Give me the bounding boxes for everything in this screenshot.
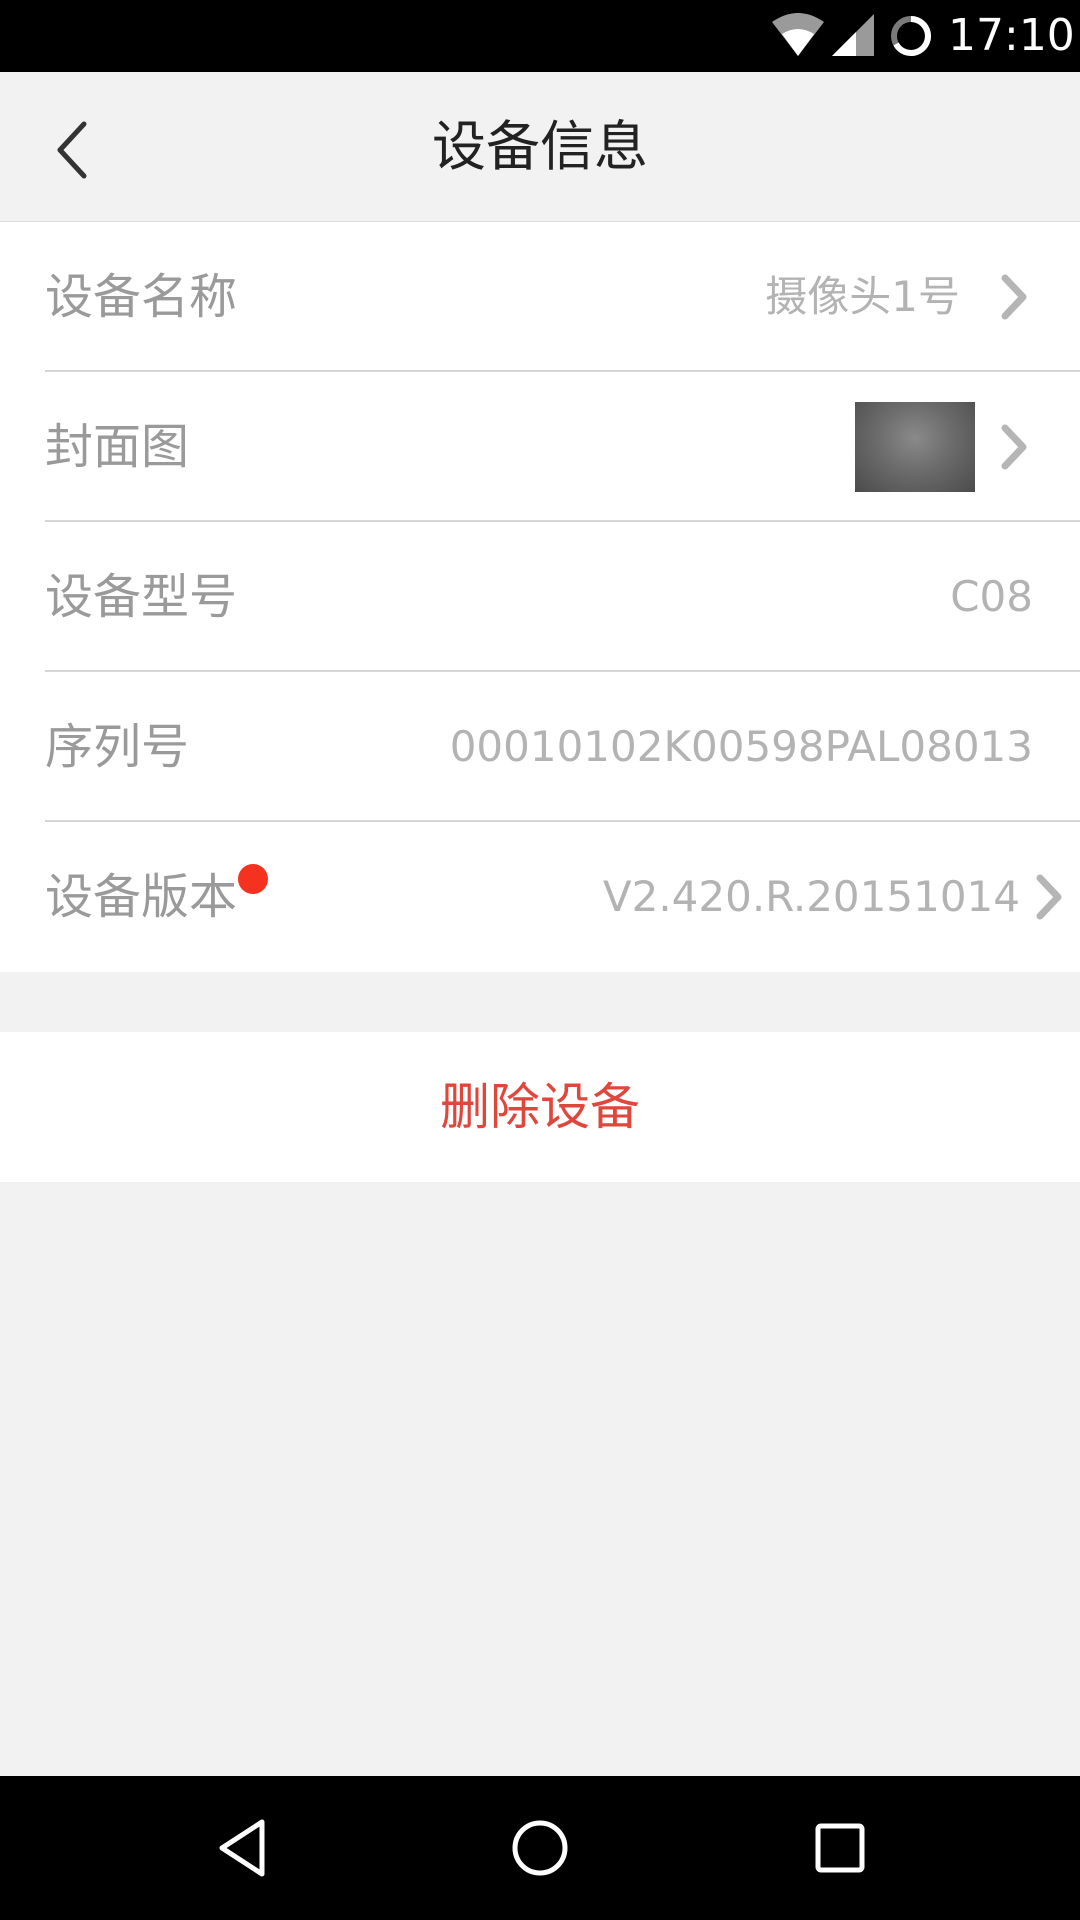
nav-bar	[0, 1776, 1080, 1920]
chevron-right-icon	[1036, 874, 1062, 920]
cover-label: 封面图	[45, 419, 190, 475]
chevron-left-icon[interactable]	[40, 112, 110, 182]
model-label: 设备型号	[45, 569, 238, 625]
nav-home-icon[interactable]	[508, 1816, 572, 1880]
battery-loading-icon	[891, 16, 931, 56]
device-info-list: 设备名称 摄像头1号 封面图 设备型号 C08 序列号 00010102K005…	[0, 222, 1080, 972]
serial-row: 序列号 00010102K00598PAL08013	[0, 672, 1080, 822]
serial-label: 序列号	[45, 719, 190, 775]
update-indicator-dot	[238, 864, 268, 894]
chevron-right-icon	[1001, 424, 1027, 470]
version-row[interactable]: 设备版本 V2.420.R.20151014	[0, 822, 1080, 972]
version-label: 设备版本	[45, 869, 238, 925]
wifi-icon	[772, 13, 824, 56]
version-value: V2.420.R.20151014	[602, 872, 1020, 921]
page-title: 设备信息	[432, 115, 648, 178]
screen: 17:10 设备信息 设备名称 摄像头1号 封面图 设备型号 C08 序列号 0…	[0, 0, 1080, 1920]
signal-icon	[832, 14, 874, 56]
device-name-value: 摄像头1号	[765, 272, 960, 321]
cover-thumbnail	[855, 402, 975, 492]
delete-section: 删除设备	[0, 1032, 1080, 1182]
status-bar: 17:10	[0, 0, 1080, 72]
device-name-label: 设备名称	[45, 269, 238, 325]
model-value: C08	[950, 572, 1033, 621]
chevron-right-icon	[1001, 274, 1027, 320]
delete-device-button[interactable]: 删除设备	[0, 1032, 1080, 1182]
device-name-row[interactable]: 设备名称 摄像头1号	[0, 222, 1080, 372]
nav-back-icon[interactable]	[212, 1816, 276, 1880]
header: 设备信息	[0, 72, 1080, 222]
status-clock: 17:10	[948, 10, 1075, 61]
nav-recents-icon[interactable]	[808, 1816, 872, 1880]
serial-value: 00010102K00598PAL08013	[449, 722, 1033, 771]
model-row: 设备型号 C08	[0, 522, 1080, 672]
cover-row[interactable]: 封面图	[0, 372, 1080, 522]
